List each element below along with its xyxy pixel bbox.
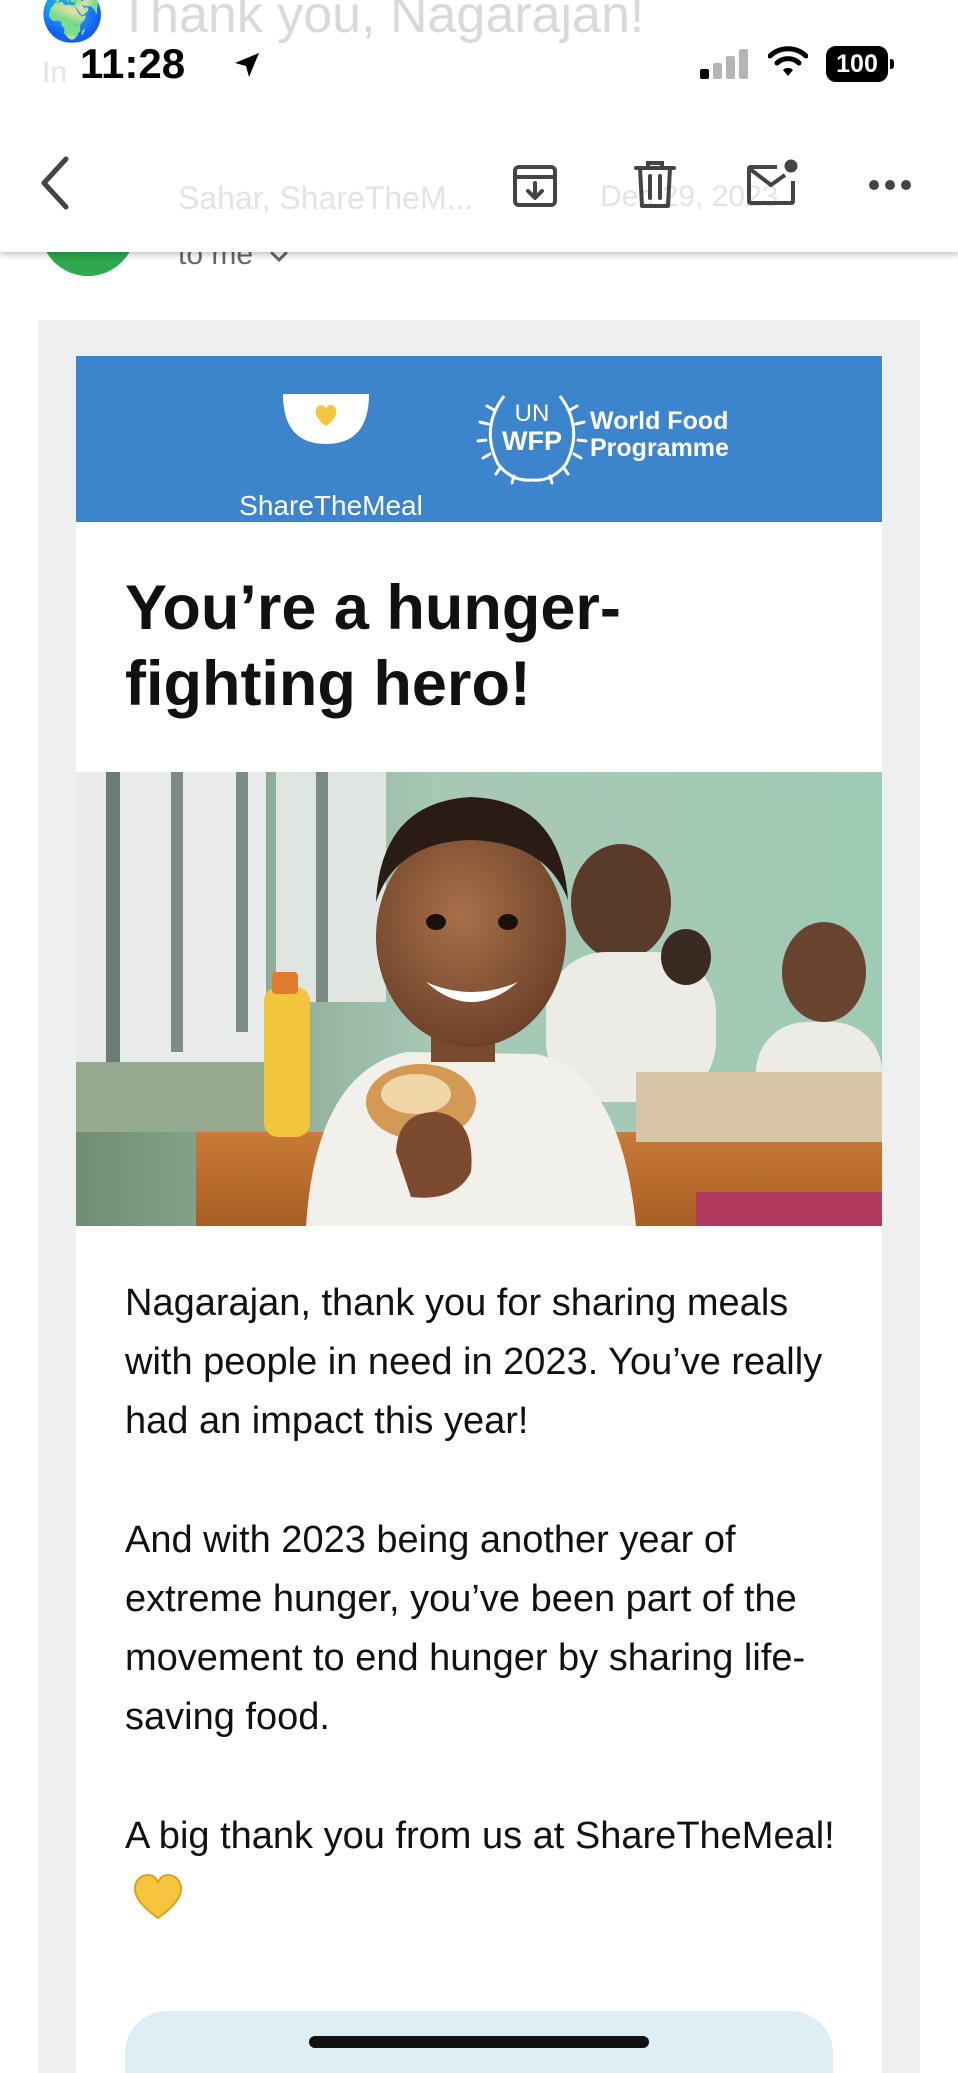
app-toolbar: 🌍 Thank you, Nagarajan! In 11:28 100 Sah…	[0, 0, 958, 252]
inbox-label-ghost: In	[42, 56, 68, 89]
delete-button[interactable]	[625, 155, 685, 215]
location-arrow-icon	[235, 53, 259, 77]
back-button[interactable]	[30, 150, 80, 216]
wfp-acronym: WFP	[502, 426, 562, 456]
email-headline: You’re a hunger-fighting hero!	[125, 573, 621, 719]
wfp-name-line2: Programme	[590, 434, 729, 462]
archive-icon	[513, 165, 557, 207]
scrolled-subject-ghost: 🌍 Thank you, Nagarajan!	[40, 0, 645, 44]
wfp-name-line1: World Food	[590, 407, 729, 435]
back-chevron-icon	[41, 156, 69, 210]
yellow-heart-icon	[133, 1873, 183, 1920]
email-banner: ShareTheMeal UN WFP World Food Programme	[76, 356, 882, 522]
wifi-icon	[768, 46, 808, 76]
hero-photo	[76, 772, 882, 1226]
wfp-logo: UN WFP World Food Programme	[476, 388, 736, 488]
battery-icon: 100	[826, 46, 894, 82]
home-indicator[interactable]	[309, 2036, 649, 2048]
email-card: ShareTheMeal UN WFP World Food Programme…	[76, 356, 882, 2073]
mark-unread-button[interactable]	[740, 152, 806, 212]
chevron-down-icon	[270, 251, 288, 263]
mark-unread-icon	[747, 159, 798, 205]
more-icon	[869, 180, 911, 190]
wfp-name: World Food Programme	[590, 408, 729, 462]
status-time: 11:28	[80, 40, 186, 87]
wfp-un-text: UN	[514, 400, 550, 427]
archive-button[interactable]	[505, 155, 565, 215]
email-paragraph-3: A big thank you from us at ShareTheMeal!	[125, 1807, 845, 1925]
bowl-heart-icon	[283, 394, 369, 444]
sender-name-ghost: Sahar, ShareTheM...	[178, 180, 474, 216]
trash-icon	[634, 161, 676, 208]
sharethemeal-wordmark: ShareTheMeal	[239, 490, 423, 521]
more-options-button[interactable]	[860, 165, 920, 205]
signal-icon	[700, 47, 750, 79]
battery-level: 100	[836, 49, 878, 78]
email-paragraph-2: And with 2023 being another year of extr…	[125, 1519, 806, 1738]
email-paragraph-1: Nagarajan, thank you for sharing meals w…	[125, 1282, 823, 1442]
email-paragraph-3-text: A big thank you from us at ShareTheMeal!	[125, 1815, 835, 1857]
